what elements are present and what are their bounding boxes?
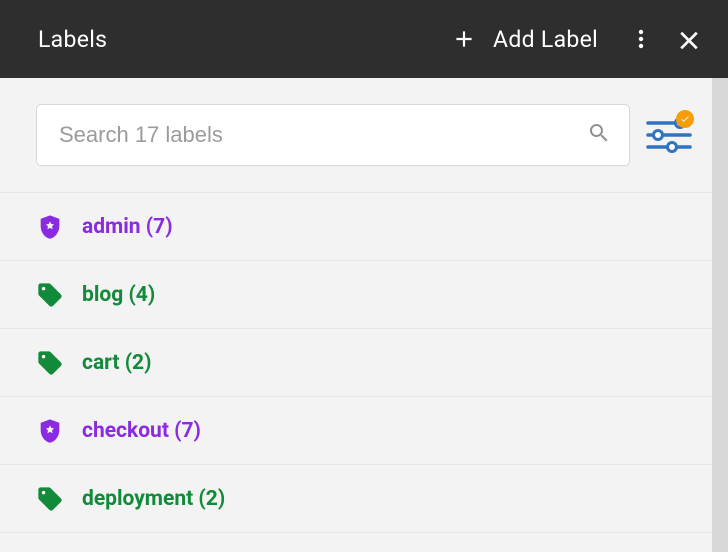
search-icon <box>587 121 611 149</box>
label-item-checkout[interactable]: checkout (7) <box>0 397 728 465</box>
filter-active-badge <box>676 110 694 128</box>
check-icon <box>680 114 690 124</box>
tag-icon <box>36 281 64 309</box>
label-text: deployment (2) <box>82 487 225 511</box>
panel-header: Labels Add Label <box>0 0 728 78</box>
label-item-blog[interactable]: blog (4) <box>0 261 728 329</box>
tag-icon <box>36 349 64 377</box>
shield-star-icon <box>36 213 64 241</box>
search-input[interactable] <box>59 122 587 148</box>
filter-button[interactable] <box>646 112 692 158</box>
close-icon <box>676 26 702 52</box>
label-text: blog (4) <box>82 283 155 307</box>
search-row <box>0 78 728 192</box>
label-text: checkout (7) <box>82 419 201 443</box>
label-item-admin[interactable]: admin (7) <box>0 193 728 261</box>
labels-panel: Labels Add Label <box>0 0 728 552</box>
close-button[interactable] <box>674 24 704 54</box>
search-box <box>36 104 630 166</box>
kebab-icon <box>629 27 653 51</box>
labels-list: admin (7) blog (4) cart (2) checkout (7) <box>0 192 728 533</box>
page-title: Labels <box>38 26 431 53</box>
label-item-deployment[interactable]: deployment (2) <box>0 465 728 533</box>
add-label-text: Add Label <box>493 26 598 53</box>
shield-star-icon <box>36 417 64 445</box>
more-options-button[interactable] <box>626 24 656 54</box>
label-item-cart[interactable]: cart (2) <box>0 329 728 397</box>
scrollbar[interactable] <box>712 78 728 552</box>
label-text: admin (7) <box>82 215 173 239</box>
tag-icon <box>36 485 64 513</box>
plus-icon <box>449 24 479 54</box>
add-label-button[interactable]: Add Label <box>449 24 598 54</box>
panel-body: admin (7) blog (4) cart (2) checkout (7) <box>0 78 728 552</box>
label-text: cart (2) <box>82 351 151 375</box>
